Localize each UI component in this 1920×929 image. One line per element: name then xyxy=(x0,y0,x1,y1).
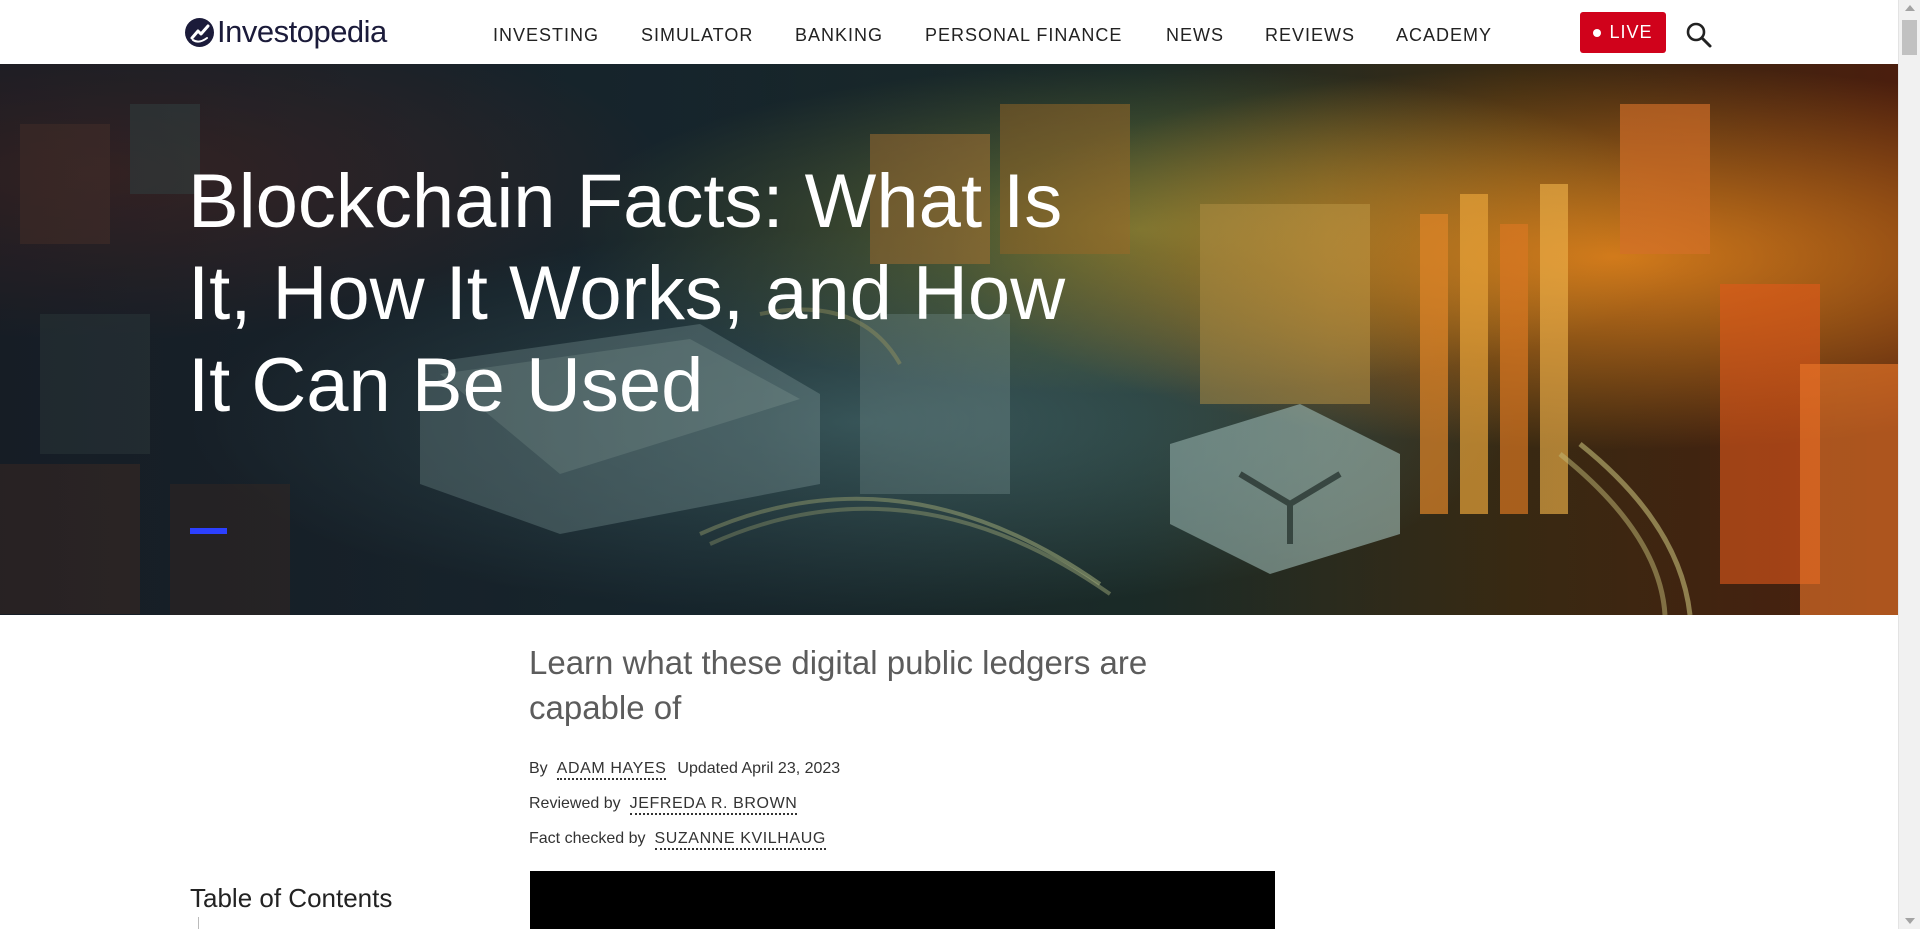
live-dot-icon xyxy=(1593,28,1602,37)
logo-mark-icon xyxy=(185,17,214,47)
live-label: LIVE xyxy=(1609,22,1653,42)
byline-factcheck-row: Fact checked by SUZANNE KVILHAUG xyxy=(529,828,837,850)
reviewer-link[interactable]: JEFREDA R. BROWN xyxy=(629,795,798,815)
title-accent-bar xyxy=(190,528,227,534)
live-button[interactable]: LIVE xyxy=(1580,12,1666,53)
nav-item-banking[interactable]: BANKING xyxy=(795,24,883,46)
toc-divider xyxy=(198,917,199,929)
search-button[interactable] xyxy=(1685,21,1713,49)
nav-item-personal-finance[interactable]: PERSONAL FINANCE xyxy=(925,24,1122,46)
toc-title: Table of Contents xyxy=(190,883,393,913)
fact-checker-link[interactable]: SUZANNE KVILHAUG xyxy=(654,830,826,850)
nav-item-investing[interactable]: INVESTING xyxy=(493,24,599,46)
site-logo[interactable]: Investopedia xyxy=(185,13,387,51)
scroll-down-arrow-icon[interactable] xyxy=(1905,918,1915,924)
by-label: By xyxy=(529,760,548,777)
nav-item-simulator[interactable]: SIMULATOR xyxy=(641,24,753,46)
nav-item-reviews[interactable]: REVIEWS xyxy=(1265,24,1355,46)
scroll-up-arrow-icon[interactable] xyxy=(1905,5,1915,11)
nav-item-news[interactable]: NEWS xyxy=(1166,24,1224,46)
search-icon xyxy=(1686,22,1712,48)
scroll-thumb[interactable] xyxy=(1902,20,1917,55)
article-subtitle: Learn what these digital public ledgers … xyxy=(529,644,1148,726)
site-header: Investopedia INVESTING SIMULATOR BANKING… xyxy=(0,0,1898,64)
byline-reviewer-row: Reviewed by JEFREDA R. BROWN xyxy=(529,793,808,815)
author-link[interactable]: ADAM HAYES xyxy=(556,760,667,780)
video-player[interactable] xyxy=(530,871,1275,929)
page-title: Blockchain Facts: What Is It, How It Wor… xyxy=(188,159,1066,428)
nav-item-academy[interactable]: ACADEMY xyxy=(1396,24,1492,46)
reviewed-by-label: Reviewed by xyxy=(529,795,621,812)
fact-checked-label: Fact checked by xyxy=(529,830,646,847)
byline-author-row: By ADAM HAYES Updated April 23, 2023 xyxy=(529,758,840,780)
page-scrollbar[interactable] xyxy=(1898,0,1920,929)
logo-text: Investopedia xyxy=(217,14,387,49)
hero-banner: Blockchain Facts: What Is It, How It Wor… xyxy=(0,64,1898,615)
updated-date: Updated April 23, 2023 xyxy=(677,760,841,777)
